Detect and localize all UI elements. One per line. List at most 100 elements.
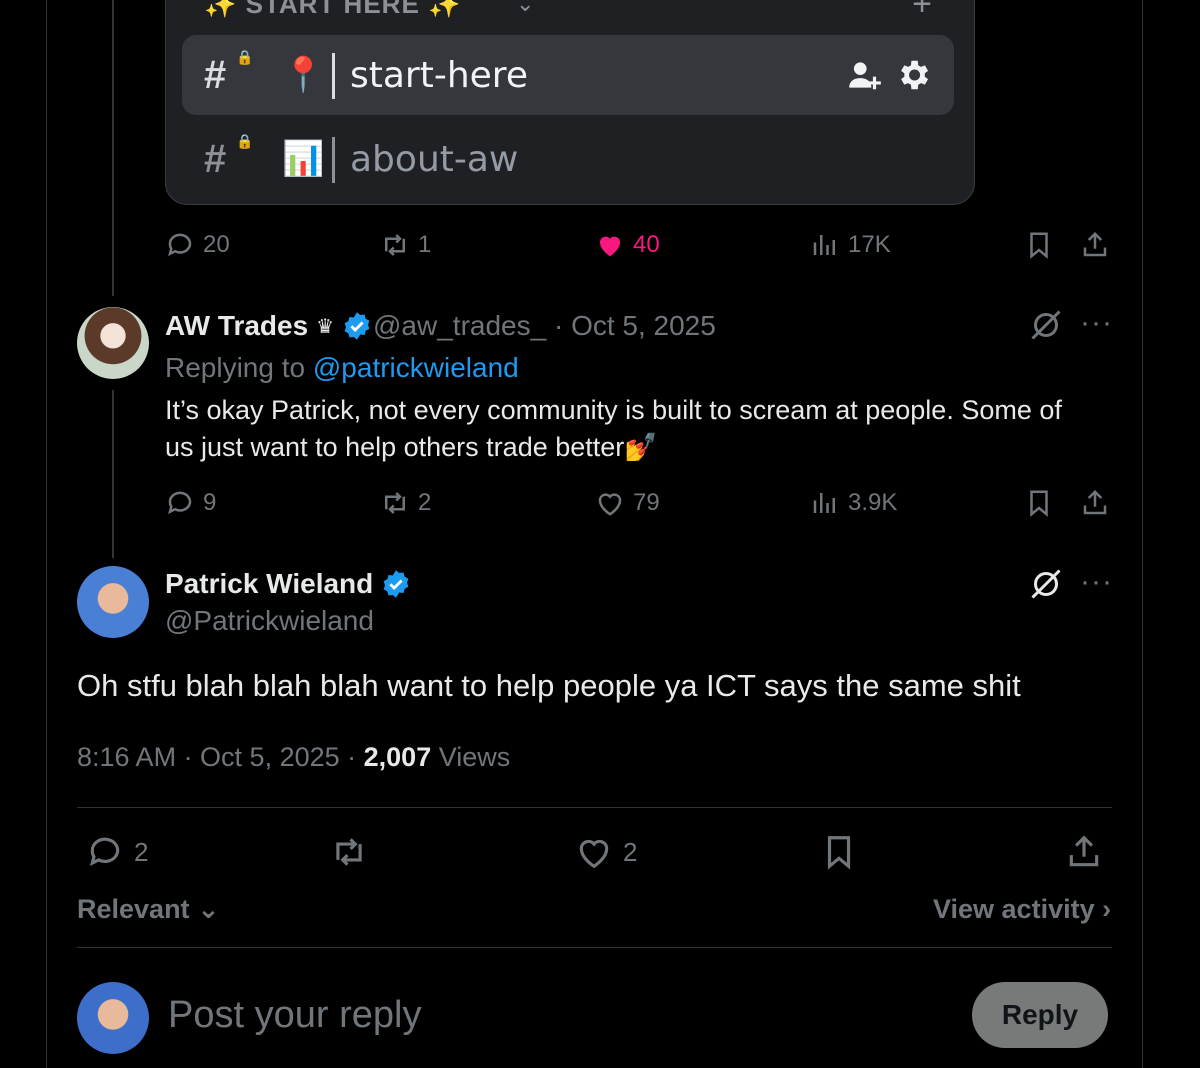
view-count: 17K: [848, 231, 891, 258]
comment-icon: [89, 837, 120, 867]
share-icon: [1069, 835, 1099, 867]
crown-icon: ♛: [316, 315, 335, 338]
like-count: 79: [633, 489, 660, 516]
views-button[interactable]: 17K: [810, 230, 891, 260]
share-button[interactable]: [1080, 230, 1110, 260]
author-handle[interactable]: @Patrickwieland: [165, 605, 374, 637]
channel-emoji: 📍: [282, 56, 325, 94]
like-button[interactable]: 2: [575, 833, 637, 871]
grok-icon[interactable]: [1028, 307, 1064, 343]
like-button[interactable]: 79: [595, 488, 660, 518]
sort-label: Relevant: [77, 894, 190, 924]
heart-icon: [579, 839, 609, 869]
handle-text: @aw_trades_: [373, 310, 547, 341]
divider: [77, 807, 1112, 808]
repost-button[interactable]: 1: [380, 230, 431, 260]
grok-icon[interactable]: [1028, 566, 1064, 602]
analytics-icon: [813, 493, 835, 513]
reply-button[interactable]: 20: [165, 230, 230, 260]
mention-link[interactable]: @patrickwieland: [313, 352, 519, 383]
replying-prefix: Replying to: [165, 352, 313, 383]
column-border-left: [46, 0, 47, 1068]
author-name[interactable]: Patrick Wieland: [165, 568, 411, 600]
tweet-text: It’s okay Patrick, not every community i…: [165, 392, 1062, 466]
share-button[interactable]: [1080, 488, 1110, 518]
heart-filled-icon: [599, 236, 621, 257]
bookmark-button[interactable]: [1024, 488, 1054, 518]
column-border-right: [1142, 0, 1143, 1068]
chevron-right-icon: ›: [1094, 894, 1112, 924]
post-date[interactable]: · Oct 5, 2025: [554, 310, 716, 341]
share-button[interactable]: [1065, 833, 1103, 871]
reply-count: 9: [203, 489, 217, 516]
repost-icon: [385, 234, 405, 256]
gear-icon: [901, 60, 929, 90]
more-options-icon[interactable]: ···: [1080, 567, 1113, 597]
author-name[interactable]: AW Trades ♛: [165, 310, 372, 342]
analytics-icon: [813, 235, 835, 255]
author-name-text: Patrick Wieland: [165, 568, 374, 599]
author-handle[interactable]: @aw_trades_ · Oct 5, 2025: [373, 310, 716, 342]
view-activity-label: View activity: [933, 894, 1095, 924]
replying-to: Replying to @patrickwieland: [165, 352, 519, 384]
tweet-meta: 8:16 AM · Oct 5, 2025 · 2,007 Views: [77, 742, 510, 773]
hash-icon: #: [204, 136, 227, 181]
reply-submit-button[interactable]: Reply: [972, 982, 1108, 1048]
views-label: Views: [431, 742, 511, 772]
like-count: 40: [633, 231, 660, 258]
repost-icon: [385, 492, 405, 514]
reply-button[interactable]: 9: [165, 488, 216, 518]
tweet-text-line: It’s okay Patrick, not every community i…: [165, 395, 1062, 425]
post-timestamp[interactable]: 8:16 AM · Oct 5, 2025 ·: [77, 742, 364, 772]
view-activity-link[interactable]: View activity ›: [933, 894, 1111, 925]
reply-count: 20: [203, 231, 230, 258]
comment-icon: [168, 491, 192, 515]
bookmark-icon: [1030, 232, 1048, 259]
channel-tools: [846, 56, 932, 94]
avatar[interactable]: [77, 307, 149, 379]
lock-icon: 🔒: [236, 133, 254, 149]
add-member-icon: [849, 62, 881, 90]
separator: [332, 137, 335, 183]
chevron-down-icon: ⌄: [516, 0, 535, 16]
divider: [77, 947, 1112, 948]
view-count: 3.9K: [848, 489, 898, 516]
reply-button[interactable]: 2: [86, 833, 148, 871]
repost-count: 1: [418, 231, 432, 258]
bookmark-button[interactable]: [1024, 230, 1054, 260]
repost-button[interactable]: 2: [380, 488, 431, 518]
separator: [332, 53, 335, 99]
embedded-image[interactable]: ✨ START HERE ✨ ⌄ + # 🔒 📍 start-here # 🔒 …: [165, 0, 975, 205]
bookmark-button[interactable]: [820, 833, 858, 871]
reply-count: 2: [134, 836, 149, 867]
current-user-avatar[interactable]: [77, 982, 149, 1054]
avatar[interactable]: [77, 566, 149, 638]
share-icon: [1083, 489, 1107, 515]
repost-button[interactable]: [330, 833, 368, 871]
repost-count: 2: [418, 489, 432, 516]
lock-icon: 🔒: [236, 49, 254, 65]
thread-connector: [112, 0, 114, 296]
thread-connector: [112, 390, 114, 558]
heart-icon: [598, 493, 622, 516]
channel-name: about-aw: [350, 138, 519, 180]
like-button[interactable]: 40: [595, 230, 660, 260]
channel-row-start-here: # 🔒 📍 start-here: [182, 35, 954, 115]
tweet-text: Oh stfu blah blah blah want to help peop…: [77, 668, 1021, 703]
plus-icon: +: [912, 0, 932, 23]
channel-name: start-here: [350, 54, 528, 96]
category-label: ✨ START HERE ✨: [204, 0, 462, 19]
reply-input[interactable]: Post your reply: [168, 994, 421, 1037]
more-options-icon[interactable]: ···: [1080, 308, 1113, 338]
views-button[interactable]: 3.9K: [810, 488, 897, 518]
reply-sort-dropdown[interactable]: Relevant ⌄: [77, 894, 220, 925]
tweet-text-line: us just want to help others trade better…: [165, 432, 658, 462]
like-count: 2: [623, 836, 638, 867]
channel-emoji: 📊: [282, 140, 325, 178]
comment-icon: [168, 233, 192, 257]
channel-row-about-aw: # 🔒 📊 about-aw: [182, 119, 954, 199]
views-count: 2,007: [363, 742, 432, 772]
share-icon: [1083, 231, 1107, 257]
author-name-text: AW Trades: [165, 310, 309, 341]
hash-icon: #: [204, 52, 227, 97]
